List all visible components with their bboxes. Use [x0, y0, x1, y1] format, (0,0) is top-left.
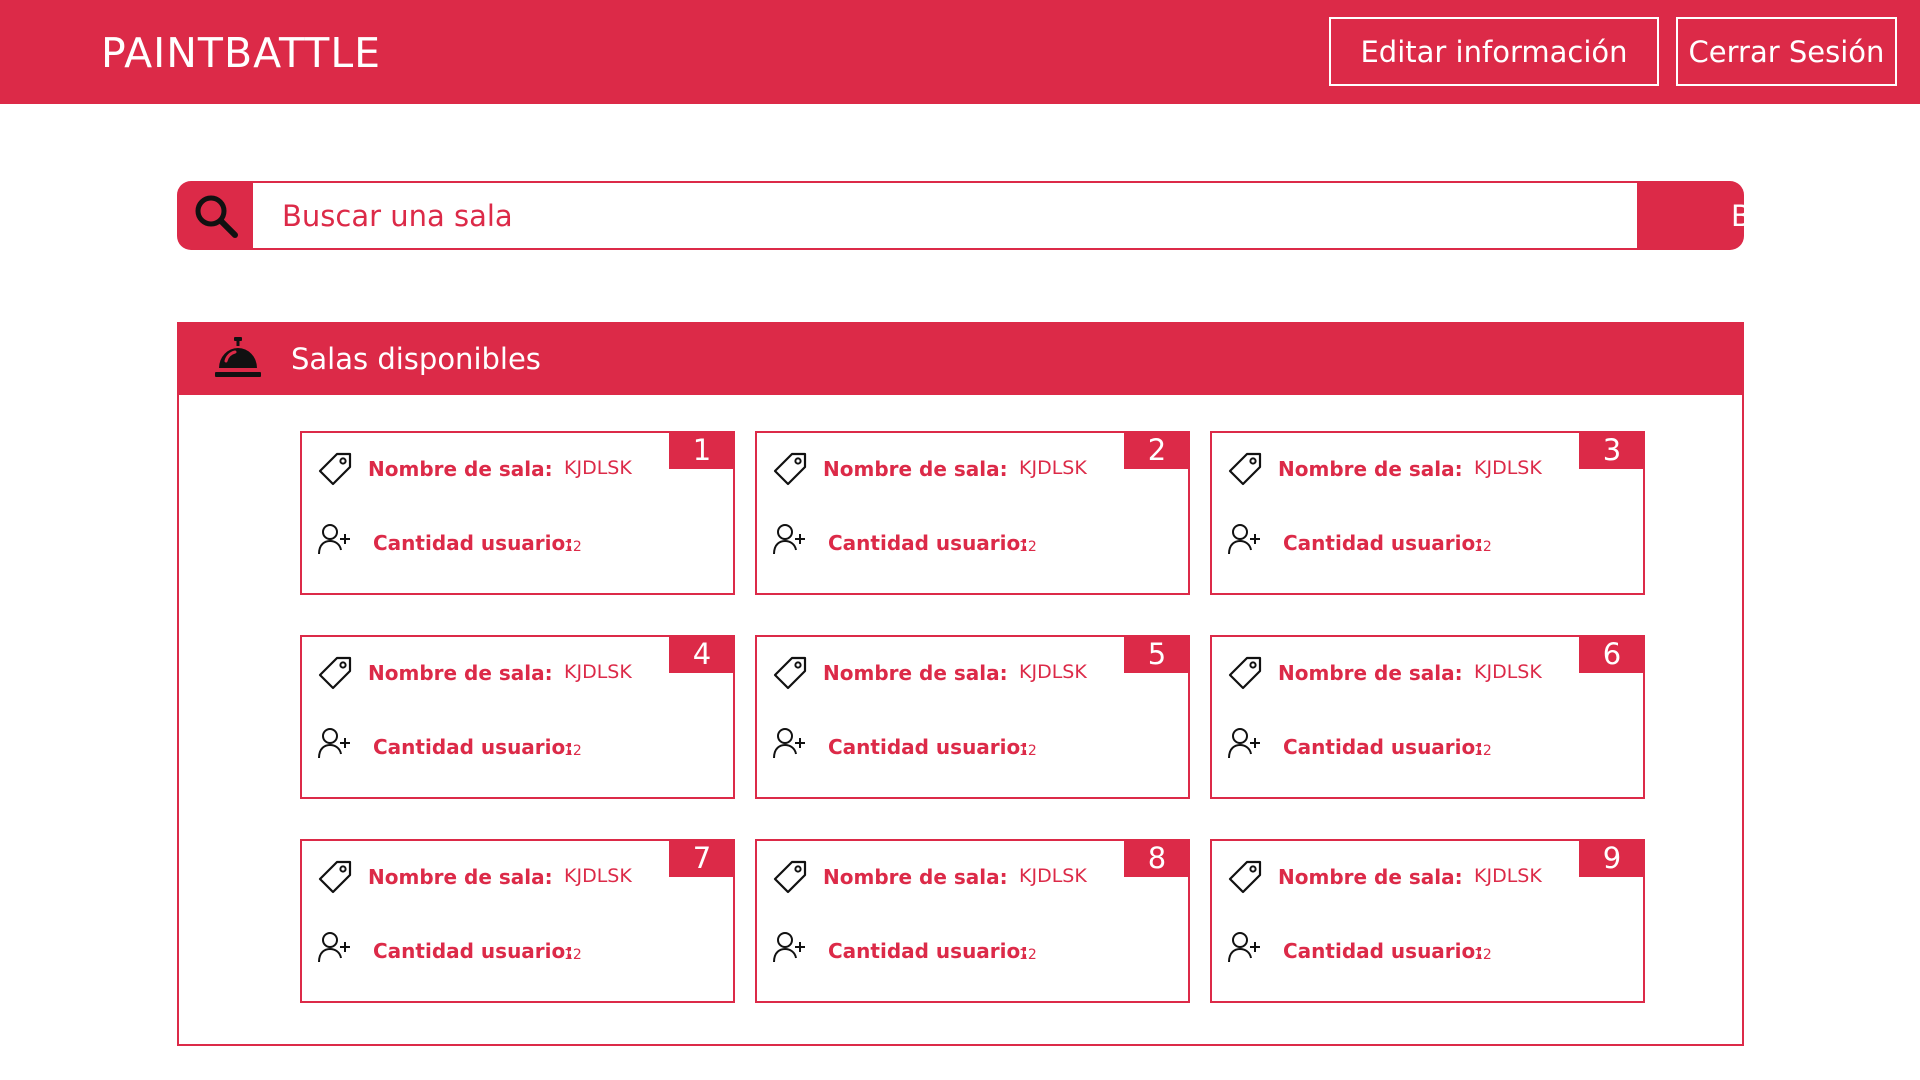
room-card[interactable]: 2 Nombre de sala: KJDLSK Cantidad usuari…: [755, 431, 1190, 595]
room-name-label: Nombre de sala:: [368, 457, 553, 481]
tag-icon: [1228, 860, 1262, 894]
add-user-icon: [1228, 524, 1260, 555]
room-number-badge: 5: [1124, 635, 1190, 673]
room-users-label: Cantidad usuario:: [373, 735, 574, 759]
add-user-icon: [773, 932, 805, 963]
room-name-label: Nombre de sala:: [368, 865, 553, 889]
rooms-panel-header: Salas disponibles: [177, 322, 1744, 395]
room-users-value: 12: [1474, 947, 1492, 963]
room-number-badge: 9: [1579, 839, 1645, 877]
room-card[interactable]: 6 Nombre de sala: KJDLSK Cantidad usuari…: [1210, 635, 1645, 799]
room-name-value: KJDLSK: [1474, 457, 1542, 479]
tag-icon: [1228, 452, 1262, 486]
room-users-value: 12: [1019, 947, 1037, 963]
room-name-value: KJDLSK: [1019, 661, 1087, 683]
room-name-label: Nombre de sala:: [1278, 865, 1463, 889]
room-number-badge: 1: [669, 431, 735, 469]
room-name-label: Nombre de sala:: [1278, 661, 1463, 685]
add-user-icon: [318, 932, 350, 963]
add-user-icon: [773, 524, 805, 555]
rooms-panel-title: Salas disponibles: [291, 342, 541, 376]
room-users-value: 12: [564, 743, 582, 759]
tag-icon: [318, 452, 352, 486]
room-users-label: Cantidad usuario:: [828, 531, 1029, 555]
room-card[interactable]: 9 Nombre de sala: KJDLSK Cantidad usuari…: [1210, 839, 1645, 1003]
room-card[interactable]: 1 Nombre de sala: KJDLSK Cantidad usuari…: [300, 431, 735, 595]
search-input[interactable]: [253, 183, 1637, 248]
add-user-icon: [1228, 932, 1260, 963]
tag-icon: [1228, 656, 1262, 690]
room-users-value: 12: [1474, 743, 1492, 759]
room-users-value: 12: [564, 947, 582, 963]
add-user-icon: [1228, 728, 1260, 759]
tag-icon: [318, 656, 352, 690]
room-users-label: Cantidad usuario:: [1283, 939, 1484, 963]
room-name-value: KJDLSK: [564, 457, 632, 479]
room-name-value: KJDLSK: [1019, 865, 1087, 887]
room-users-value: 12: [1474, 539, 1492, 555]
room-name-label: Nombre de sala:: [823, 865, 1008, 889]
room-card[interactable]: 8 Nombre de sala: KJDLSK Cantidad usuari…: [755, 839, 1190, 1003]
rooms-grid: 1 Nombre de sala: KJDLSK Cantidad usuari…: [300, 431, 1645, 1003]
room-name-label: Nombre de sala:: [1278, 457, 1463, 481]
room-card[interactable]: 5 Nombre de sala: KJDLSK Cantidad usuari…: [755, 635, 1190, 799]
tag-icon: [318, 860, 352, 894]
room-users-label: Cantidad usuario:: [373, 531, 574, 555]
room-name-value: KJDLSK: [1019, 457, 1087, 479]
room-card[interactable]: 3 Nombre de sala: KJDLSK Cantidad usuari…: [1210, 431, 1645, 595]
tag-icon: [773, 452, 807, 486]
search-icon: [195, 195, 238, 238]
tag-icon: [773, 656, 807, 690]
room-card[interactable]: 7 Nombre de sala: KJDLSK Cantidad usuari…: [300, 839, 735, 1003]
top-bar: PAINTBATTLE Editar información Cerrar Se…: [0, 0, 1920, 104]
room-number-badge: 6: [1579, 635, 1645, 673]
room-users-value: 12: [1019, 539, 1037, 555]
room-users-value: 12: [564, 539, 582, 555]
room-number-badge: 2: [1124, 431, 1190, 469]
room-number-badge: 8: [1124, 839, 1190, 877]
logout-button[interactable]: Cerrar Sesión: [1676, 17, 1897, 86]
room-users-value: 12: [1019, 743, 1037, 759]
room-users-label: Cantidad usuario:: [828, 939, 1029, 963]
bell-icon: [215, 337, 261, 377]
room-users-label: Cantidad usuario:: [1283, 531, 1484, 555]
tag-icon: [773, 860, 807, 894]
room-card[interactable]: 4 Nombre de sala: KJDLSK Cantidad usuari…: [300, 635, 735, 799]
app-logo[interactable]: PAINTBATTLE: [101, 29, 381, 77]
search-bar: Buscar: [177, 181, 1830, 250]
room-name-value: KJDLSK: [564, 661, 632, 683]
room-name-value: KJDLSK: [564, 865, 632, 887]
room-number-badge: 4: [669, 635, 735, 673]
room-name-label: Nombre de sala:: [823, 457, 1008, 481]
room-name-value: KJDLSK: [1474, 661, 1542, 683]
room-number-badge: 7: [669, 839, 735, 877]
edit-info-button[interactable]: Editar información: [1329, 17, 1659, 86]
room-name-label: Nombre de sala:: [823, 661, 1008, 685]
room-name-label: Nombre de sala:: [368, 661, 553, 685]
add-user-icon: [773, 728, 805, 759]
room-users-label: Cantidad usuario:: [373, 939, 574, 963]
add-user-icon: [318, 524, 350, 555]
search-button[interactable]: Buscar: [1637, 181, 1920, 250]
room-users-label: Cantidad usuario:: [1283, 735, 1484, 759]
add-user-icon: [318, 728, 350, 759]
room-users-label: Cantidad usuario:: [828, 735, 1029, 759]
room-name-value: KJDLSK: [1474, 865, 1542, 887]
rooms-panel: Salas disponibles 1 Nombre de sala: KJDL…: [177, 322, 1744, 1046]
room-number-badge: 3: [1579, 431, 1645, 469]
